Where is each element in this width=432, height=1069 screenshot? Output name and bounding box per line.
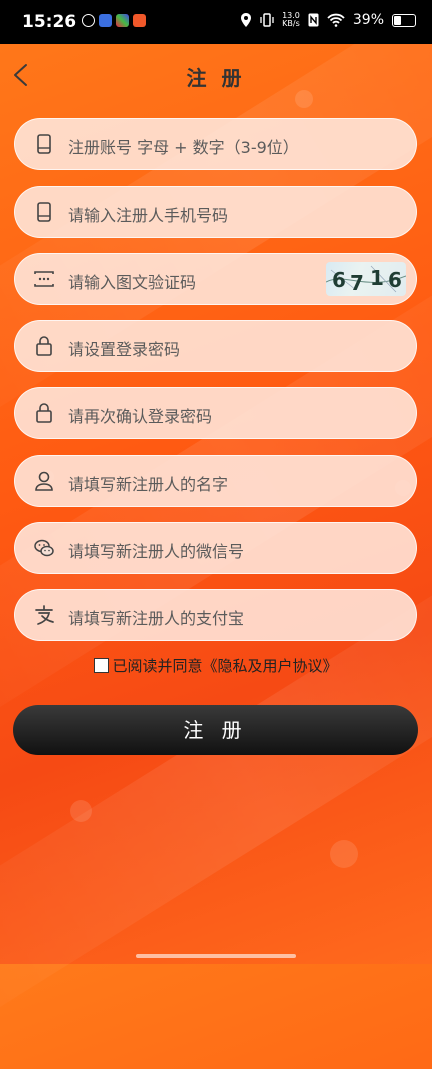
app-icon <box>133 14 146 27</box>
captcha-digit: 6 <box>388 268 402 292</box>
wechat-input-placeholder: 请填写新注册人的微信号 <box>68 542 245 561</box>
page-title: 注 册 <box>186 66 246 90</box>
bg-bokeh <box>330 840 358 868</box>
app-icon <box>116 14 129 27</box>
nfc-icon <box>308 13 319 27</box>
alipay-icon <box>35 605 54 625</box>
captcha-image[interactable]: 6 7 1 6 <box>326 262 406 296</box>
captcha-input-placeholder: 请输入图文验证码 <box>68 273 197 292</box>
alipay-input-placeholder: 请填写新注册人的支付宝 <box>68 609 245 628</box>
user-icon <box>35 471 53 491</box>
captcha-icon <box>34 271 54 287</box>
wifi-icon <box>327 13 345 27</box>
confirm-password-input[interactable]: 请再次确认登录密码 <box>14 387 417 439</box>
agreement-checkbox[interactable] <box>94 658 110 673</box>
bg-bokeh <box>70 800 92 822</box>
password-input[interactable]: 请设置登录密码 <box>14 320 417 372</box>
header: 注 册 <box>0 44 432 106</box>
agreement: 已阅读并同意《隐私及用户协议》 <box>0 655 432 676</box>
battery-icon <box>392 13 416 27</box>
name-input[interactable]: 请填写新注册人的名字 <box>14 455 417 507</box>
privacy-agreement-link[interactable]: 《隐私及用户协议》 <box>203 657 338 675</box>
notification-icons <box>82 14 146 27</box>
vibrate-icon <box>260 13 274 27</box>
captcha-digit: 1 <box>370 266 384 290</box>
name-input-placeholder: 请填写新注册人的名字 <box>68 475 229 494</box>
wechat-icon <box>34 539 54 557</box>
account-input-placeholder: 注册账号 字母 + 数字（3-9位） <box>68 138 299 157</box>
mobile-input[interactable]: 请输入注册人手机号码 <box>14 186 417 238</box>
lock-icon <box>36 403 52 423</box>
status-time: 15:26 <box>22 12 77 32</box>
home-indicator <box>136 954 296 958</box>
battery-percent: 39% <box>352 12 384 28</box>
captcha-digit: 6 <box>332 268 346 292</box>
captcha-input[interactable]: 请输入图文验证码 6 7 1 6 <box>14 253 417 305</box>
phone-icon <box>37 202 51 222</box>
app-icon <box>82 14 95 27</box>
alipay-input[interactable]: 请填写新注册人的支付宝 <box>14 589 417 641</box>
wechat-input[interactable]: 请填写新注册人的微信号 <box>14 522 417 574</box>
password-input-placeholder: 请设置登录密码 <box>68 340 181 359</box>
status-right: 13.0 KB/s 39% <box>240 12 416 28</box>
lock-icon <box>36 336 52 356</box>
captcha-digit: 7 <box>350 271 364 295</box>
status-bar: 15:26 13.0 KB/s 39% <box>0 0 432 44</box>
phone-icon <box>37 134 51 154</box>
app-icon <box>99 14 112 27</box>
mobile-input-placeholder: 请输入注册人手机号码 <box>68 206 229 225</box>
register-button[interactable]: 注 册 <box>13 705 418 755</box>
agreement-text: 已阅读并同意 <box>112 657 203 675</box>
location-icon <box>241 13 252 27</box>
confirm-password-input-placeholder: 请再次确认登录密码 <box>68 407 213 426</box>
net-speed: 13.0 KB/s <box>282 11 300 28</box>
account-input[interactable]: 注册账号 字母 + 数字（3-9位） <box>14 118 417 170</box>
